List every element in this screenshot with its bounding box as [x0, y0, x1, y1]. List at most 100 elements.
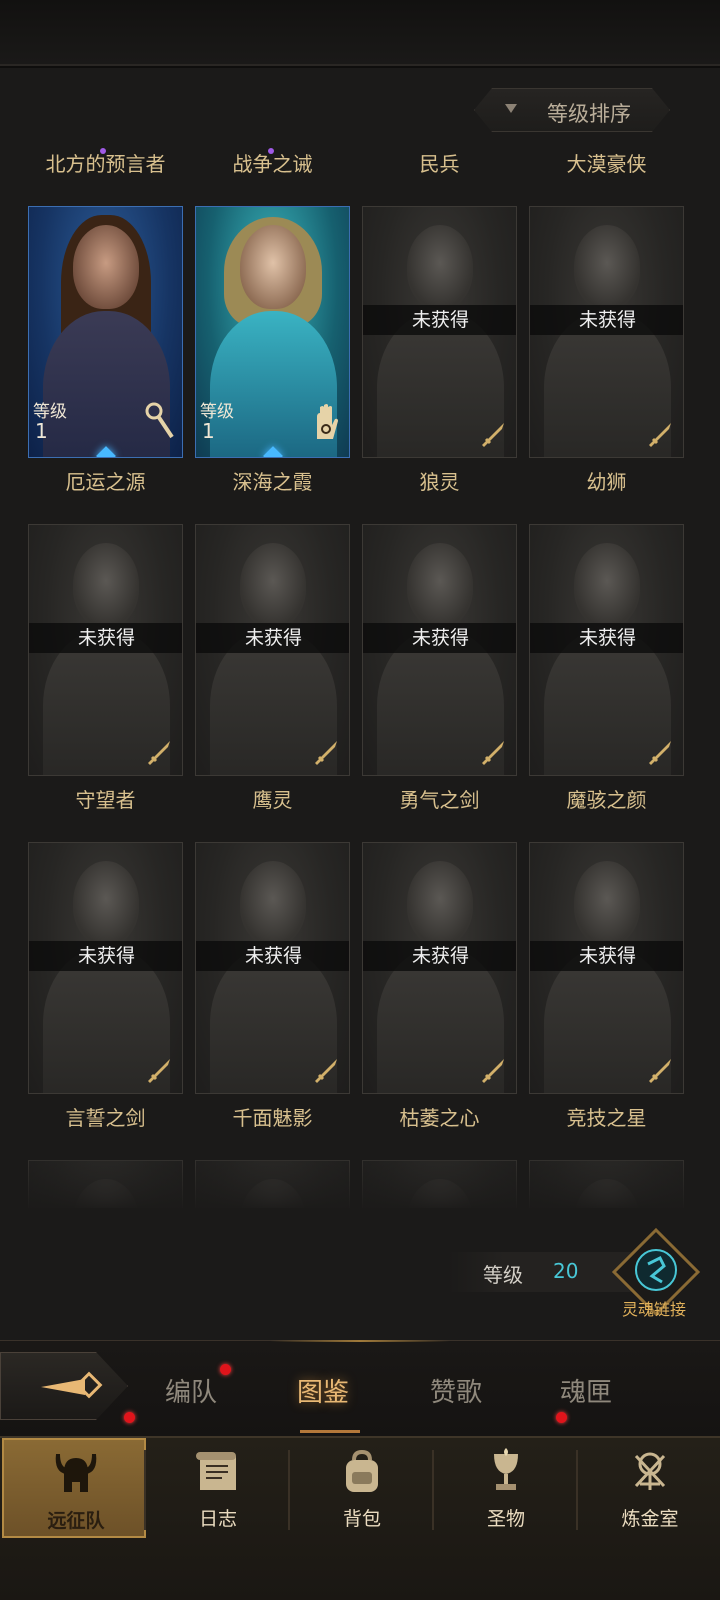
- nav-item-alchemy[interactable]: 炼金室: [578, 1438, 720, 1538]
- hero-name: 勇气之剑: [399, 788, 480, 812]
- not-obtained-label: 未获得: [29, 941, 182, 971]
- hero-portrait: 未获得: [362, 524, 517, 776]
- portrait-head: [240, 861, 306, 945]
- not-obtained-label: 未获得: [29, 623, 182, 653]
- hero-name: 言誓之剑: [65, 1106, 146, 1130]
- not-obtained-label: 未获得: [530, 941, 683, 971]
- hero-name: 深海之霞: [232, 470, 313, 494]
- hero-portrait: 未获得: [28, 524, 183, 776]
- sword-icon: [144, 1055, 174, 1085]
- hero-name: 守望者: [75, 788, 136, 812]
- backpack-icon: [336, 1446, 388, 1498]
- sword-icon: [478, 737, 508, 767]
- sword-icon: [645, 737, 675, 767]
- portrait-head: [407, 225, 473, 309]
- nav-item-backpack[interactable]: 背包: [290, 1438, 434, 1538]
- hero-portrait: 未获得: [195, 842, 350, 1094]
- sort-by-level-button[interactable]: 等级排序: [474, 88, 670, 132]
- nav-label: 炼金室: [621, 1508, 679, 1530]
- hero-name: 枯萎之心: [399, 1106, 480, 1130]
- nav-divider: [144, 1450, 146, 1530]
- not-obtained-label: 未获得: [196, 623, 349, 653]
- hero-level-value: 1: [202, 419, 215, 443]
- not-obtained-label: 未获得: [530, 305, 683, 335]
- notification-dot: [220, 1364, 231, 1375]
- nav-divider: [288, 1450, 290, 1530]
- nav-label: 圣物: [486, 1508, 525, 1530]
- sword-icon: [311, 737, 341, 767]
- portrait-head: [240, 543, 306, 627]
- hero-name: 竞技之星: [566, 1106, 647, 1130]
- hero-name: 幼狮: [586, 470, 627, 494]
- portrait-head: [574, 861, 640, 945]
- not-obtained-label: 未获得: [363, 623, 516, 653]
- chalice-icon: [480, 1446, 532, 1498]
- sword-icon: [144, 737, 174, 767]
- horned-helmet-icon: [50, 1448, 102, 1500]
- tab-hymn[interactable]: 赞歌: [430, 1372, 482, 1409]
- hero-name: 民兵: [419, 152, 460, 176]
- nav-item-expedition[interactable]: 远征队: [2, 1438, 146, 1538]
- nav-item-journal[interactable]: 日志: [146, 1438, 290, 1538]
- hero-name: 厄运之源: [65, 470, 146, 494]
- sort-label: 等级排序: [547, 102, 631, 126]
- not-obtained-label: 未获得: [363, 305, 516, 335]
- portrait-head: [73, 225, 139, 309]
- hero-portrait: 未获得: [529, 842, 684, 1094]
- dropdown-arrow-icon: [505, 104, 517, 113]
- hero-portrait: 未获得: [529, 524, 684, 776]
- hand-icon: [311, 401, 343, 441]
- hero-portrait: 未获得: [362, 842, 517, 1094]
- active-tab-indicator: [300, 1430, 360, 1433]
- not-obtained-label: 未获得: [196, 941, 349, 971]
- soul-link-label: 灵魂链接: [622, 1300, 687, 1319]
- soul-link-level-value: 20: [553, 1259, 579, 1283]
- hero-name: 魔骇之颜: [566, 788, 647, 812]
- not-obtained-label: 未获得: [530, 623, 683, 653]
- soul-link-level-label: 等级: [483, 1263, 523, 1287]
- sword-icon: [645, 1055, 675, 1085]
- sword-icon: [478, 1055, 508, 1085]
- hero-level-value: 1: [35, 419, 48, 443]
- hero-portrait: 未获得: [195, 524, 350, 776]
- tab-bar-ornament: [270, 1340, 450, 1342]
- notification-dot: [124, 1412, 135, 1423]
- nav-label: 背包: [342, 1508, 381, 1530]
- sword-icon: [478, 419, 508, 449]
- hero-name: 狼灵: [419, 470, 460, 494]
- new-indicator: [100, 148, 106, 154]
- tab-formation[interactable]: 编队: [165, 1372, 217, 1409]
- nav-divider: [576, 1450, 578, 1530]
- portrait-head: [407, 543, 473, 627]
- portrait-head: [574, 543, 640, 627]
- nav-item-relics[interactable]: 圣物: [434, 1438, 578, 1538]
- hero-portrait: 未获得: [28, 842, 183, 1094]
- portrait-head: [73, 543, 139, 627]
- alchemy-icon: [624, 1446, 676, 1498]
- tab-codex[interactable]: 图鉴: [297, 1372, 349, 1409]
- portrait-head: [407, 861, 473, 945]
- scroll-icon: [192, 1446, 244, 1498]
- portrait-head: [240, 225, 306, 309]
- sword-icon: [645, 419, 675, 449]
- hero-portrait: 未获得: [362, 206, 517, 458]
- hero-portrait: 等级 1: [28, 206, 183, 458]
- hero-portrait: 未获得: [529, 206, 684, 458]
- nav-label: 远征队: [47, 1510, 105, 1532]
- portrait-head: [574, 225, 640, 309]
- hero-name: 千面魅影: [232, 1106, 313, 1130]
- hero-name: 鹰灵: [252, 788, 293, 812]
- portrait-head: [73, 861, 139, 945]
- hero-portrait: 等级 1: [195, 206, 350, 458]
- hero-collection-grid[interactable]: 北方的预言者 等级 1 战争之诫 等级 1 民兵 未获得 大漠豪侠 未获得 厄运之源 未获得 深海之霞未…: [28, 148, 700, 1208]
- not-obtained-label: 未获得: [363, 941, 516, 971]
- nav-label: 日志: [198, 1508, 237, 1530]
- tab-soul-box[interactable]: 魂匣: [560, 1372, 612, 1409]
- scepter-icon: [144, 401, 176, 441]
- sword-icon: [311, 1055, 341, 1085]
- top-banner: [0, 0, 720, 68]
- nav-divider: [432, 1450, 434, 1530]
- hero-name: 大漠豪侠: [566, 152, 647, 176]
- new-indicator: [268, 148, 274, 154]
- notification-dot: [556, 1412, 567, 1423]
